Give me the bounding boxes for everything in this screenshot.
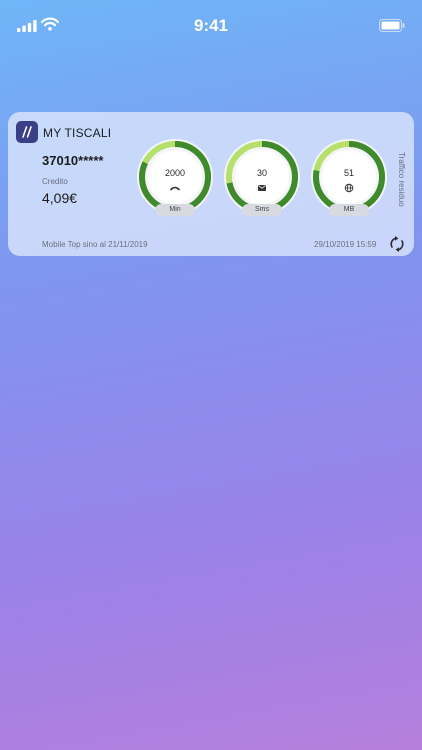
envelope-icon: [258, 185, 266, 191]
gauge-sms-unit: Sms: [242, 204, 282, 216]
gauge-minutes-value: 2000: [164, 168, 186, 178]
status-bar: 9:41: [0, 0, 422, 54]
phone-number: 37010*****: [42, 153, 104, 168]
gauge-sms-value: 30: [256, 168, 267, 178]
gauge-data-unit: MB: [329, 204, 369, 216]
status-time: 9:41: [193, 16, 229, 35]
credit-label: Credito: [42, 177, 68, 186]
refresh-icon[interactable]: [388, 235, 406, 253]
globe-icon: [344, 183, 354, 193]
plan-info: Mobile Top sino al 21/11/2019: [42, 240, 148, 249]
phone-handset-icon: [170, 186, 180, 191]
last-update: 29/10/2019 15:59: [314, 240, 377, 249]
gauge-data-value: 51: [343, 168, 354, 178]
gauge-sms[interactable]: 30 Sms: [221, 136, 303, 218]
battery-icon: [379, 19, 405, 32]
gauge-minutes[interactable]: 2000 Min: [134, 136, 216, 218]
gauge-minutes-unit: Min: [155, 204, 195, 216]
traffic-remaining-label: Traffico residuo: [397, 152, 406, 207]
app-name: MY TISCALI: [43, 126, 112, 140]
credit-value: 4,09€: [42, 190, 78, 206]
slashes-icon: [22, 126, 32, 138]
tiscali-logo: [16, 121, 38, 143]
tiscali-widget[interactable]: MY TISCALI 37010***** Credito 4,09€ 2000…: [8, 112, 414, 256]
gauge-data[interactable]: 51 MB: [308, 136, 390, 218]
